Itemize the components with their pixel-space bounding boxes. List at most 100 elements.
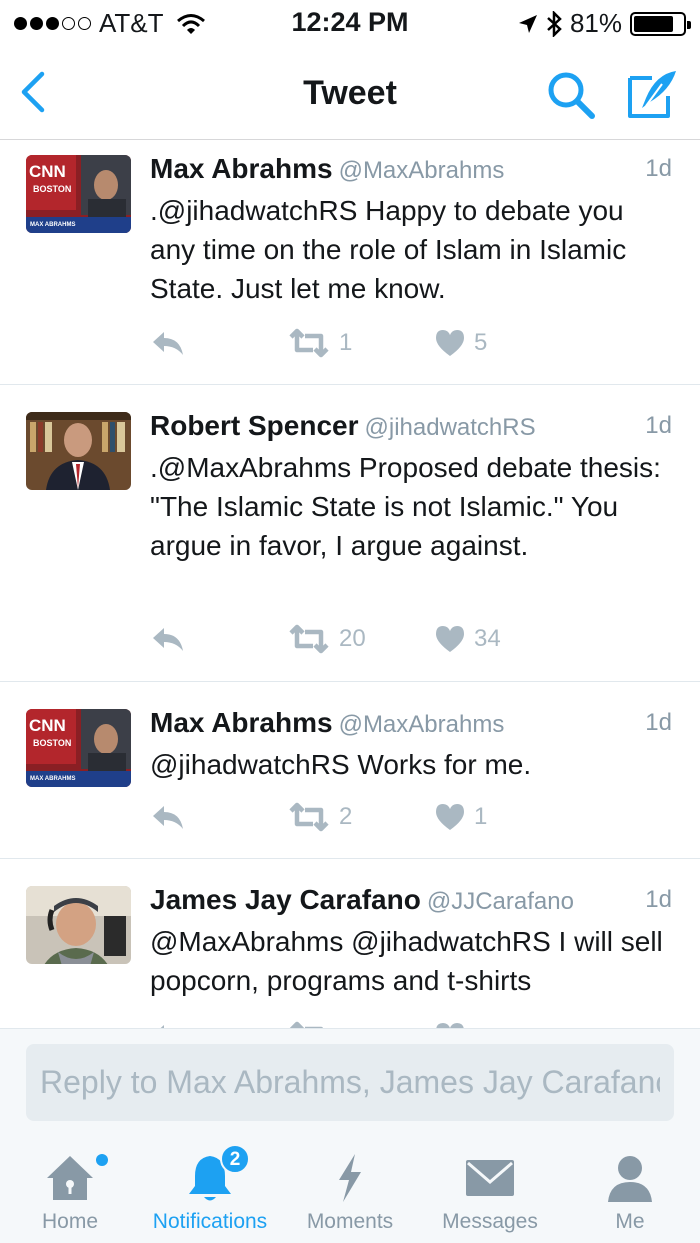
heart-icon [436, 1023, 464, 1028]
like-button[interactable]: 5 [434, 328, 487, 358]
tweet-header: Robert Spencer @jihadwatchRS [150, 410, 672, 442]
avatar-logo: CNN [29, 716, 66, 735]
reply-button[interactable] [150, 1021, 186, 1028]
tab-notifications[interactable]: 2 Notifications [140, 1138, 280, 1243]
tab-messages-label: Messages [442, 1210, 538, 1233]
tweet-actions [150, 1021, 570, 1028]
reply-button[interactable] [150, 328, 186, 358]
avatar-image: CNN BOSTON MAX ABRAHMS [26, 155, 131, 233]
avatar-subtext: BOSTON [33, 184, 71, 194]
tweet[interactable]: James Jay Carafano @JJCarafano 1d @MaxAbr… [0, 859, 700, 1028]
search-icon[interactable] [546, 70, 596, 120]
retweet-count: 1 [339, 329, 353, 356]
tweet-timestamp: 1d [645, 886, 672, 913]
compose-tweet-icon[interactable] [626, 68, 680, 120]
tweet-text: .@MaxAbrahms Proposed debate thesis: "Th… [150, 452, 661, 561]
battery-percent: 81% [569, 8, 622, 38]
avatar-image: CNN BOSTON MAX ABRAHMS [26, 709, 131, 787]
tab-bar: Home 2 Notifications Moments Messages Me [0, 1138, 700, 1243]
avatar-logo: CNN [29, 162, 66, 181]
tweet[interactable]: CNN BOSTON MAX ABRAHMS Max Abrahms @MaxAb… [0, 682, 700, 859]
avatar[interactable]: CNN BOSTON MAX ABRAHMS [26, 155, 131, 233]
tab-me[interactable]: Me [560, 1138, 700, 1243]
avatar[interactable] [26, 886, 131, 964]
tab-me-label: Me [615, 1210, 645, 1233]
avatar-caption: MAX ABRAHMS [30, 222, 75, 228]
heart-icon [436, 330, 464, 356]
retweet-button[interactable] [287, 1021, 331, 1028]
heart-icon [436, 626, 464, 652]
tab-messages[interactable]: Messages [420, 1138, 560, 1243]
tweet-header: Max Abrahms @MaxAbrahms [150, 707, 672, 739]
like-count: 5 [474, 329, 488, 356]
battery-icon [630, 11, 691, 36]
tweet-timestamp: 1d [645, 155, 672, 182]
author-name[interactable]: James Jay Carafano [150, 884, 421, 915]
tab-notifications-label: Notifications [152, 1210, 268, 1233]
avatar-caption: MAX ABRAHMS [30, 776, 75, 782]
author-handle[interactable]: @jihadwatchRS [365, 414, 536, 441]
reply-icon [160, 1025, 164, 1028]
notifications-badge: 2 [220, 1144, 250, 1174]
reply-button[interactable] [150, 802, 186, 832]
like-button[interactable]: 34 [434, 624, 501, 654]
author-handle[interactable]: @MaxAbrahms [339, 157, 505, 184]
tab-moments[interactable]: Moments [280, 1138, 420, 1243]
like-count: 34 [474, 625, 501, 652]
author-name[interactable]: Max Abrahms [150, 153, 333, 184]
retweet-icon [289, 624, 329, 654]
author-name[interactable]: Robert Spencer [150, 410, 359, 441]
retweet-icon [289, 328, 329, 358]
avatar[interactable]: CNN BOSTON MAX ABRAHMS [26, 709, 131, 787]
reply-button[interactable] [150, 624, 186, 654]
location-arrow-icon [518, 14, 537, 33]
like-button[interactable]: 1 [434, 802, 487, 832]
status-right: 81% [518, 8, 691, 39]
retweet-button[interactable]: 2 [287, 802, 352, 832]
like-count: 1 [474, 803, 488, 830]
tweet-text: .@jihadwatchRS Happy to debate you any t… [150, 195, 627, 304]
reply-icon [153, 628, 183, 651]
bluetooth-icon [547, 10, 562, 37]
tweet-text: @MaxAbrahms @jihadwatchRS I will sell po… [150, 926, 663, 996]
avatar-image [26, 412, 131, 490]
status-bar: AT&T 12:24 PM 81% [0, 0, 700, 44]
tweet[interactable]: CNN BOSTON MAX ABRAHMS Max Abrahms @MaxAb… [0, 141, 700, 385]
tweet-timestamp: 1d [645, 412, 672, 439]
nav-bar: Tweet [0, 44, 700, 140]
tab-home-label: Home [41, 1210, 99, 1233]
like-button[interactable] [434, 1021, 466, 1028]
retweet-count: 20 [339, 625, 366, 652]
tab-moments-label: Moments [306, 1210, 394, 1233]
retweet-icon [289, 802, 329, 832]
tweet-actions: 2 1 [150, 802, 570, 836]
author-name[interactable]: Max Abrahms [150, 707, 333, 738]
reply-icon [153, 332, 183, 355]
tweet-actions: 1 5 [150, 328, 570, 362]
reply-input[interactable] [26, 1044, 674, 1121]
envelope-icon [466, 1160, 514, 1196]
home-icon [47, 1156, 93, 1200]
tab-home[interactable]: Home [0, 1138, 140, 1243]
reply-icon [153, 806, 183, 829]
retweet-button[interactable]: 20 [287, 624, 366, 654]
tweet-thread: CNN BOSTON MAX ABRAHMS Max Abrahms @MaxAb… [0, 141, 700, 1028]
tweet-text: @jihadwatchRS Works for me. [150, 749, 532, 780]
retweet-icon [289, 1021, 324, 1028]
tweet-actions: 20 34 [150, 624, 570, 658]
tweet-header: James Jay Carafano @JJCarafano [150, 884, 672, 916]
heart-icon [436, 804, 464, 830]
author-handle[interactable]: @JJCarafano [427, 888, 574, 915]
tweet-timestamp: 1d [645, 709, 672, 736]
avatar-subtext: BOSTON [33, 738, 71, 748]
person-icon [608, 1156, 652, 1202]
tweet-header: Max Abrahms @MaxAbrahms [150, 153, 672, 185]
avatar[interactable] [26, 412, 131, 490]
home-new-dot [96, 1154, 108, 1166]
retweet-button[interactable]: 1 [287, 328, 352, 358]
lightning-icon [339, 1154, 361, 1202]
tweet[interactable]: Robert Spencer @jihadwatchRS 1d .@MaxAbra… [0, 385, 700, 682]
retweet-count: 2 [339, 803, 353, 830]
avatar-image [26, 886, 131, 964]
author-handle[interactable]: @MaxAbrahms [339, 711, 505, 738]
